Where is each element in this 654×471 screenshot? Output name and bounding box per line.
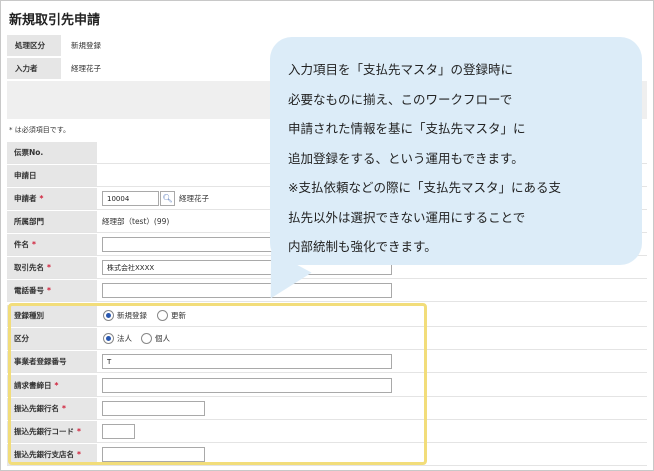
radio-new-registration-label: 新規登録: [117, 311, 147, 320]
required-mark: *: [77, 450, 81, 459]
page-title: 新規取引先申請: [9, 13, 101, 28]
callout-line: 必要なものに揃え、このワークフローで: [288, 91, 513, 107]
closing-day-label: 請求書締日 *: [7, 375, 97, 396]
processing-type-row: 処理区分 新規登録: [7, 35, 277, 57]
search-icon[interactable]: 🔍︎: [160, 191, 175, 206]
bank-code-row: 振込先銀行コード *: [7, 421, 647, 443]
form-window: 新規取引先申請 処理区分 新規登録 入力者 経理花子 * は必須項目です。 伝票…: [0, 0, 654, 471]
required-mark: *: [77, 427, 81, 436]
bank-code-label: 振込先銀行コード *: [7, 421, 97, 442]
required-mark: *: [47, 286, 51, 295]
branch-name-label: 振込先銀行支店名 *: [7, 444, 97, 465]
denpyo-no-label: 伝票No.: [7, 142, 97, 163]
reg-type-row: 登録種別 新規登録 更新: [7, 305, 647, 327]
callout-line: 入力項目を「支払先マスタ」の登録時に: [288, 62, 514, 77]
radio-update[interactable]: [157, 310, 168, 321]
input-user-label: 入力者: [7, 58, 61, 79]
closing-day-row: 請求書締日 *: [7, 375, 647, 397]
phone-input[interactable]: [102, 283, 392, 298]
closing-day-input[interactable]: [102, 378, 392, 393]
input-user-value: 経理花子: [71, 64, 101, 73]
required-mark: *: [39, 194, 44, 203]
required-mark: *: [54, 381, 59, 390]
bank-name-input[interactable]: [102, 401, 205, 416]
required-note: * は必須項目です。: [9, 126, 71, 134]
partner-name-label: 取引先名 *: [7, 257, 97, 278]
processing-type-value: 新規登録: [71, 41, 101, 50]
applicant-name: 経理花子: [179, 194, 209, 203]
required-mark: *: [62, 404, 66, 413]
radio-corporation[interactable]: [103, 333, 114, 344]
radio-individual[interactable]: [141, 333, 152, 344]
reg-type-label: 登録種別: [7, 305, 97, 326]
department-value: 経理部（test）(99): [102, 217, 170, 226]
callout-line: ※支払依頼などの際に「支払先マスタ」にある支: [288, 180, 561, 195]
phone-label: 電話番号 *: [7, 280, 97, 301]
bank-name-label: 振込先銀行名 *: [7, 398, 97, 419]
business-reg-no-input[interactable]: [102, 354, 392, 369]
business-reg-no-label: 事業者登録番号: [7, 351, 97, 372]
required-mark: *: [47, 263, 51, 272]
applicant-label: 申請者 *: [7, 188, 97, 209]
radio-update-label: 更新: [171, 311, 186, 320]
callout-bubble: 入力項目を「支払先マスタ」の登録時に 必要なものに揃え、このワークフローで 申請…: [270, 37, 642, 265]
bank-name-row: 振込先銀行名 *: [7, 398, 647, 420]
applicant-code-input[interactable]: [102, 191, 159, 206]
apply-date-label: 申請日: [7, 165, 97, 186]
radio-individual-label: 個人: [155, 334, 170, 343]
branch-name-input[interactable]: [102, 447, 205, 462]
callout-text: 入力項目を「支払先マスタ」の登録時に 必要なものに揃え、このワークフローで 申請…: [288, 55, 633, 262]
bank-code-input[interactable]: [102, 424, 135, 439]
subject-label: 件名 *: [7, 234, 97, 255]
phone-row: 電話番号 *: [7, 280, 647, 302]
callout-line: 内部統制も強化できます。: [288, 239, 437, 254]
radio-corporation-label: 法人: [117, 334, 132, 343]
business-reg-no-row: 事業者登録番号: [7, 351, 647, 373]
branch-name-row: 振込先銀行支店名 *: [7, 444, 647, 466]
department-label: 所属部門: [7, 211, 97, 232]
callout-line: 払先以外は選択できない運用にすることで: [288, 209, 526, 225]
processing-type-label: 処理区分: [7, 35, 61, 56]
callout-line: 追加登録をする、という運用もできます。: [288, 150, 524, 166]
required-mark: *: [32, 240, 36, 249]
radio-new-registration[interactable]: [103, 310, 114, 321]
category-row: 区分 法人 個人: [7, 328, 647, 350]
callout-line: 申請された情報を基に「支払先マスタ」に: [288, 121, 526, 136]
input-user-row: 入力者 経理花子: [7, 58, 277, 80]
category-label: 区分: [7, 328, 97, 349]
